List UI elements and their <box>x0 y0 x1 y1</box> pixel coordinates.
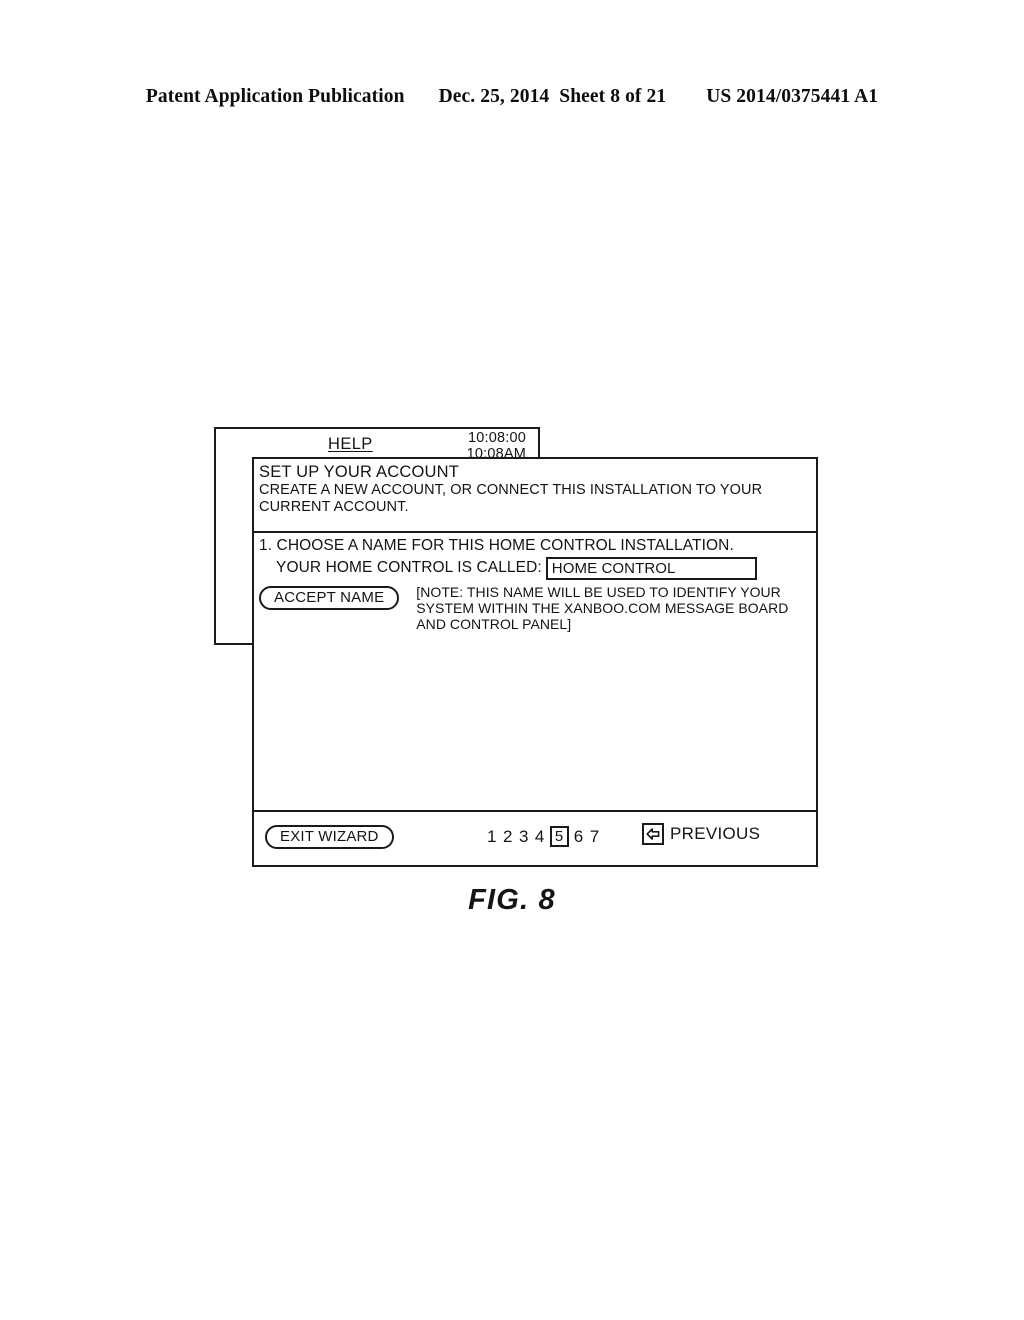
pager-page-4[interactable]: 4 <box>534 827 546 847</box>
previous-label: PREVIOUS <box>670 824 761 843</box>
name-field-row: YOUR HOME CONTROL IS CALLED: <box>259 556 810 580</box>
pager-page-5-current[interactable]: 5 <box>549 826 569 847</box>
left-arrow-icon <box>642 823 664 845</box>
figure-stage: HELP 10:08:00 10:08AM SET UP YOUR ACCOUN… <box>0 0 1024 1320</box>
help-link[interactable]: HELP <box>328 435 373 454</box>
accept-name-button[interactable]: ACCEPT NAME <box>259 585 400 610</box>
step-instruction: 1. CHOOSE A NAME FOR THIS HOME CONTROL I… <box>259 537 734 554</box>
previous-button[interactable]: PREVIOUS <box>642 823 760 845</box>
pager-page-6[interactable]: 6 <box>573 827 585 847</box>
exit-wizard-button[interactable]: EXIT WIZARD <box>265 825 394 849</box>
name-field-label: YOUR HOME CONTROL IS CALLED: <box>276 558 542 576</box>
pager-page-3[interactable]: 3 <box>518 827 530 847</box>
wizard-header-section: SET UP YOUR ACCOUNT CREATE A NEW ACCOUNT… <box>254 459 816 533</box>
exit-wizard-wrap: EXIT WIZARD <box>265 825 394 849</box>
home-control-name-input[interactable] <box>545 556 757 580</box>
figure-caption: FIG. 8 <box>468 884 556 916</box>
name-usage-note: [NOTE: THIS NAME WILL BE USED TO IDENTIF… <box>416 583 789 632</box>
accept-name-row: ACCEPT NAME [NOTE: THIS NAME WILL BE USE… <box>259 583 810 632</box>
pager-page-7[interactable]: 7 <box>589 827 601 847</box>
wizard-subtext: CREATE A NEW ACCOUNT, OR CONNECT THIS IN… <box>259 482 763 515</box>
clock-time: 10:08:00 <box>467 430 526 446</box>
wizard-footer-section: EXIT WIZARD 1 2 3 4 5 6 7 PREVIOUS <box>254 812 816 865</box>
wizard-step-pager: 1 2 3 4 5 6 7 <box>486 826 601 847</box>
wizard-heading: SET UP YOUR ACCOUNT <box>259 463 460 481</box>
setup-wizard-dialog: SET UP YOUR ACCOUNT CREATE A NEW ACCOUNT… <box>252 457 818 867</box>
pager-page-2[interactable]: 2 <box>502 827 514 847</box>
wizard-body-section: 1. CHOOSE A NAME FOR THIS HOME CONTROL I… <box>254 533 816 812</box>
pager-page-1[interactable]: 1 <box>486 827 498 847</box>
